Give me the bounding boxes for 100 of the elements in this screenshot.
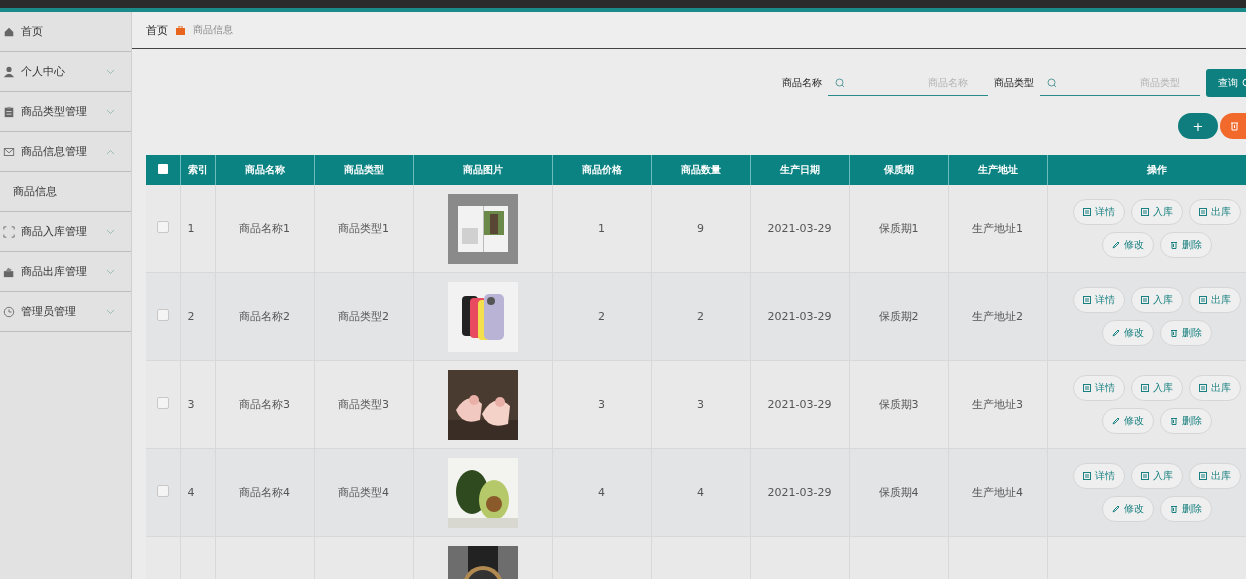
action-button[interactable]: 修改 — [1101, 496, 1154, 522]
frame-icon — [3, 225, 15, 238]
action-button[interactable]: 删除 — [1159, 232, 1212, 258]
action-button[interactable]: 详情 — [1072, 287, 1125, 313]
table-cell: 生产地址3 — [972, 398, 1023, 411]
pencil-icon — [1111, 329, 1120, 337]
sidebar-item[interactable]: 首页 — [0, 12, 131, 52]
clipboard-icon — [3, 105, 15, 118]
table-cell: 商品类型1 — [338, 222, 389, 235]
action-button[interactable]: 入库 — [1130, 463, 1183, 489]
table-cell: 4 — [187, 486, 195, 499]
document-icon — [1140, 384, 1149, 392]
table-cell: 2021-03-29 — [767, 486, 832, 499]
row-checkbox[interactable] — [156, 485, 169, 497]
trash-icon — [1169, 505, 1178, 513]
pencil-icon — [1111, 417, 1120, 425]
document-icon — [1198, 384, 1207, 392]
document-icon — [1082, 472, 1091, 480]
sidebar-item[interactable]: 个人中心 — [0, 52, 131, 92]
action-button[interactable]: 出库 — [1188, 287, 1241, 313]
column-header: 商品图片 — [413, 155, 552, 185]
action-button[interactable]: 出库 — [1188, 375, 1241, 401]
document-icon — [1198, 472, 1207, 480]
column-header: 商品数量 — [651, 155, 750, 185]
table-cell: 1 — [187, 222, 195, 235]
action-button[interactable]: 删除 — [1159, 320, 1212, 346]
column-header: 生产日期 — [750, 155, 849, 185]
row-checkbox[interactable] — [156, 309, 169, 321]
sidebar-item[interactable]: 商品入库管理 — [0, 212, 131, 252]
column-header: 商品类型 — [314, 155, 413, 185]
action-button[interactable]: 修改 — [1101, 232, 1154, 258]
table-cell: 生产地址4 — [972, 486, 1023, 499]
table-cell: 商品类型2 — [338, 310, 389, 323]
table-cell: 9 — [697, 222, 704, 235]
sidebar-item[interactable]: 管理员管理 — [0, 292, 131, 332]
add-button[interactable]: + — [1178, 113, 1218, 139]
document-icon — [1198, 296, 1207, 304]
table-cell: 2 — [598, 310, 605, 323]
trash-icon — [1169, 329, 1178, 337]
column-header: 商品名称 — [215, 155, 314, 185]
action-button[interactable]: 入库 — [1130, 199, 1183, 225]
sidebar-item[interactable]: 商品类型管理 — [0, 92, 131, 132]
table-cell: 2021-03-29 — [767, 222, 832, 235]
action-button[interactable]: 详情 — [1072, 199, 1125, 225]
table-cell: 商品名称4 — [239, 486, 290, 499]
action-button[interactable]: 出库 — [1188, 463, 1241, 489]
row-checkbox[interactable] — [156, 397, 169, 409]
column-header: 保质期 — [849, 155, 948, 185]
field-label: 商品名称 — [782, 76, 822, 90]
action-button[interactable]: 修改 — [1101, 408, 1154, 434]
table-cell: 商品名称3 — [239, 398, 290, 411]
table-cell: 商品名称2 — [239, 310, 290, 323]
document-icon — [1082, 208, 1091, 216]
column-header: 索引 — [180, 155, 215, 185]
table-cell: 保质期4 — [878, 486, 919, 499]
trash-icon — [1230, 121, 1239, 131]
table-cell: 2 — [697, 310, 704, 323]
column-header: 商品价格 — [552, 155, 651, 185]
search-icon — [1047, 78, 1057, 88]
breadcrumb-item[interactable]: 首页 — [146, 22, 168, 38]
trash-icon — [1169, 241, 1178, 249]
table-cell: 商品类型4 — [338, 486, 389, 499]
action-button[interactable]: 入库 — [1130, 287, 1183, 313]
document-icon — [1140, 296, 1149, 304]
search-button[interactable]: 查询 — [1206, 69, 1246, 97]
table-cell: 生产地址2 — [972, 310, 1023, 323]
table-cell: 2021-03-29 — [767, 398, 832, 411]
table-cell: 保质期2 — [878, 310, 919, 323]
action-button[interactable]: 详情 — [1072, 375, 1125, 401]
breadcrumb-item: 商品信息 — [193, 23, 233, 37]
field-label: 商品类型 — [994, 76, 1034, 90]
table-cell: 3 — [187, 398, 195, 411]
action-button[interactable]: 删除 — [1159, 496, 1212, 522]
sidebar-item[interactable]: 商品出库管理 — [0, 252, 131, 292]
action-button[interactable]: 出库 — [1188, 199, 1241, 225]
table-cell: 1 — [598, 222, 605, 235]
sidebar-subitem[interactable]: 商品信息 — [0, 172, 131, 212]
table-cell: 4 — [697, 486, 704, 499]
table-cell: 4 — [598, 486, 605, 499]
home-icon — [3, 25, 15, 38]
user-icon — [3, 65, 15, 78]
table-cell: 商品名称1 — [239, 222, 290, 235]
pencil-icon — [1111, 505, 1120, 513]
mail-icon — [3, 145, 15, 158]
row-checkbox[interactable] — [156, 221, 169, 233]
table-cell: 保质期3 — [878, 398, 919, 411]
trash-icon — [1169, 417, 1178, 425]
table-cell: 3 — [598, 398, 605, 411]
document-icon — [1082, 296, 1091, 304]
sidebar-item[interactable]: 商品信息管理 — [0, 132, 131, 172]
pencil-icon — [1111, 241, 1120, 249]
table-cell: 保质期1 — [878, 222, 919, 235]
action-button[interactable]: 详情 — [1072, 463, 1125, 489]
column-header: 生产地址 — [948, 155, 1047, 185]
header-checkbox[interactable] — [157, 164, 168, 174]
table-cell: 3 — [697, 398, 704, 411]
action-button[interactable]: 修改 — [1101, 320, 1154, 346]
action-button[interactable]: 删除 — [1159, 408, 1212, 434]
action-button[interactable]: 入库 — [1130, 375, 1183, 401]
box-icon — [3, 265, 15, 278]
